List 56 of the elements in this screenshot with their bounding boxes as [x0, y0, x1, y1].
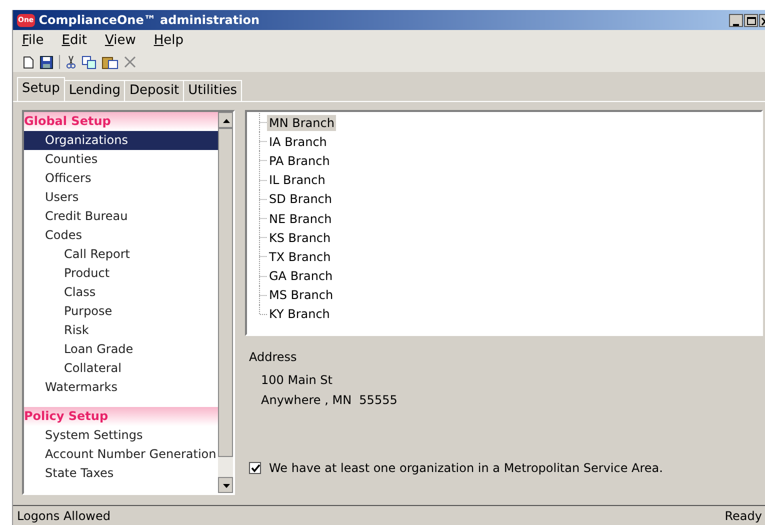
section-header: Global Setup — [24, 112, 218, 131]
sidebar-item[interactable]: State Taxes — [24, 464, 218, 483]
checkbox-label: We have at least one organization in a Metropolitan Service Area. — [269, 460, 663, 477]
tab[interactable]: Utilities — [184, 80, 242, 101]
tree-item[interactable]: IL Branch — [267, 172, 328, 188]
save-icon[interactable] — [40, 56, 53, 68]
status-text: Ready — [724, 508, 762, 524]
minimize-icon[interactable] — [729, 14, 743, 26]
sidebar-item[interactable]: Codes — [24, 226, 218, 245]
menu-item[interactable]: Help — [154, 31, 184, 51]
tree-item[interactable]: TX Branch — [267, 248, 333, 265]
sidebar-item[interactable]: Credit Bureau — [24, 207, 218, 226]
tree-item[interactable]: KS Branch — [267, 230, 333, 246]
tree-item[interactable]: GA Branch — [267, 268, 335, 284]
menu-item[interactable]: Edit — [62, 31, 87, 51]
checkbox[interactable] — [249, 462, 261, 474]
window-title: ComplianceOne™ administration — [38, 12, 260, 29]
sidebar-item[interactable]: Collateral — [24, 359, 218, 378]
sidebar-item[interactable]: Purpose — [24, 302, 218, 321]
sidebar-item[interactable]: System Settings — [24, 426, 218, 445]
menu-item[interactable]: View — [104, 31, 136, 51]
maximize-icon[interactable] — [744, 14, 758, 26]
tree-item[interactable]: SD Branch — [267, 191, 334, 208]
sidebar-item[interactable]: Watermarks — [24, 378, 218, 397]
tree-item[interactable]: MS Branch — [267, 287, 336, 304]
address-label: Address — [249, 349, 297, 366]
sidebar-item[interactable]: Counties — [24, 150, 218, 169]
tree-item[interactable]: NE Branch — [267, 210, 334, 227]
sidebar-item[interactable]: Organizations — [24, 131, 218, 150]
copy-icon[interactable] — [82, 56, 96, 68]
sidebar-item[interactable]: Class — [24, 283, 218, 302]
cut-icon[interactable] — [66, 55, 76, 69]
tree-item[interactable]: PA Branch — [267, 152, 332, 169]
section-header: Policy Setup — [24, 407, 218, 426]
tree-item[interactable]: MN Branch — [267, 114, 336, 131]
tree-item[interactable]: KY Branch — [267, 306, 332, 322]
sidebar-item[interactable]: Risk — [24, 321, 218, 340]
sidebar-item[interactable]: Users — [24, 188, 218, 207]
status-text: Logons Allowed — [17, 508, 110, 524]
tab[interactable]: Setup — [17, 77, 65, 101]
delete-icon[interactable] — [124, 56, 136, 68]
sidebar-item[interactable]: Call Report — [24, 245, 218, 264]
sidebar-item[interactable]: Product — [24, 264, 218, 283]
tab[interactable]: Lending — [64, 80, 126, 101]
sidebar-item[interactable]: Officers — [24, 169, 218, 188]
address-line: Anywhere , MN 55555 — [261, 392, 398, 409]
tree-item[interactable]: IA Branch — [267, 134, 329, 150]
new-document-icon[interactable] — [23, 56, 34, 68]
menu-item[interactable]: File — [22, 31, 44, 51]
sidebar-item[interactable]: Account Number Generation — [24, 445, 218, 464]
scroll-down-icon[interactable] — [218, 477, 233, 493]
scroll-up-icon[interactable] — [218, 112, 233, 128]
address-line: 100 Main St — [261, 372, 333, 389]
sidebar-item[interactable]: Loan Grade — [24, 340, 218, 359]
tab[interactable]: Deposit — [125, 80, 184, 101]
paste-icon[interactable] — [102, 55, 118, 69]
